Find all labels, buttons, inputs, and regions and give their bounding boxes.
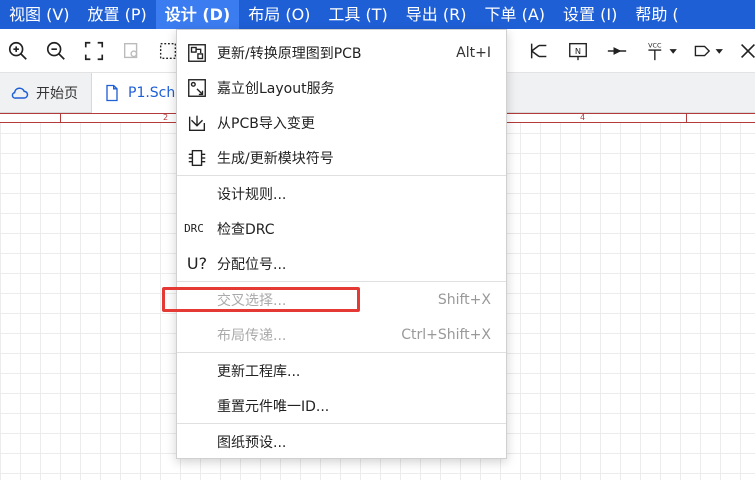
menu-help[interactable]: 帮助 ( [626, 0, 687, 29]
zoom-in-icon[interactable] [6, 39, 30, 63]
fit-view-icon[interactable] [82, 39, 106, 63]
net-flag-icon[interactable]: N [566, 39, 590, 63]
svg-text:N: N [575, 46, 581, 56]
menu-export[interactable]: 导出 (R) [397, 0, 476, 29]
ruler-label: 2 [163, 113, 169, 122]
menu-design[interactable]: 设计 (D) [155, 0, 240, 29]
menu-item-layout-service[interactable]: 嘉立创Layout服务 [177, 70, 506, 105]
annotate-icon: U? [186, 254, 208, 273]
menu-item-layout-transfer[interactable]: 布局传递... Ctrl+Shift+X [177, 317, 506, 352]
menu-item-reset-unique-id[interactable]: 重置元件唯一ID... [177, 388, 506, 423]
bus-entry-icon[interactable] [527, 39, 551, 63]
menu-item-update-project-library[interactable]: 更新工程库... [177, 353, 506, 388]
ruler-tick [686, 114, 687, 123]
zoom-out-icon[interactable] [44, 39, 68, 63]
menu-item-annotate[interactable]: U? 分配位号... [177, 246, 506, 281]
menu-item-shortcut: Ctrl+Shift+X [401, 326, 491, 343]
svg-text:VCC: VCC [648, 41, 662, 49]
menu-layout[interactable]: 布局 (O) [239, 0, 319, 29]
menu-item-label: 更新/转换原理图到PCB [217, 45, 362, 62]
menu-item-design-rules[interactable]: 设计规则... [177, 176, 506, 211]
cloud-icon [10, 83, 30, 103]
menu-item-label: 分配位号... [217, 256, 287, 273]
menu-item-shortcut: Alt+I [456, 44, 491, 61]
menu-order[interactable]: 下单 (A) [475, 0, 554, 29]
net-port-icon[interactable] [605, 39, 629, 63]
menu-item-label: 图纸预设... [217, 434, 287, 451]
menu-item-label: 布局传递... [217, 327, 287, 344]
vcc-icon[interactable]: VCC [644, 39, 684, 63]
menu-item-label: 生成/更新模块符号 [217, 150, 334, 167]
menubar: 视图 (V) 放置 (P) 设计 (D) 布局 (O) 工具 (T) 导出 (R… [0, 0, 755, 29]
menu-item-label: 检查DRC [217, 221, 275, 238]
menu-item-check-drc[interactable]: DRC 检查DRC [177, 211, 506, 246]
menu-item-label: 更新工程库... [217, 363, 301, 380]
menu-tools[interactable]: 工具 (T) [319, 0, 396, 29]
close-icon[interactable] [736, 39, 755, 63]
tab-label: 开始页 [36, 86, 78, 102]
zoom-selection-icon[interactable] [120, 39, 144, 63]
menu-item-import-from-pcb[interactable]: 从PCB导入变更 [177, 105, 506, 140]
menu-item-label: 从PCB导入变更 [217, 115, 315, 132]
menu-item-label: 设计规则... [217, 186, 287, 203]
ruler-tick [60, 114, 61, 123]
menu-item-shortcut: Shift+X [437, 291, 491, 308]
menu-item-label: 嘉立创Layout服务 [217, 80, 335, 97]
layout-service-icon [185, 76, 209, 100]
module-symbol-icon [185, 146, 209, 170]
tab-label: P1.Sch [128, 85, 176, 101]
tab-start-page[interactable]: 开始页 [0, 73, 92, 113]
design-menu-dropdown: 更新/转换原理图到PCB Alt+I 嘉立创Layout服务 从PCB导入变更 … [176, 29, 507, 459]
net-label-icon[interactable] [692, 39, 730, 63]
menu-item-sheet-presets[interactable]: 图纸预设... [177, 424, 506, 459]
document-icon [102, 83, 122, 103]
menu-item-update-to-pcb[interactable]: 更新/转换原理图到PCB Alt+I [177, 35, 506, 70]
drc-icon: DRC [184, 222, 204, 235]
update-pcb-icon [185, 41, 209, 65]
menu-place[interactable]: 放置 (P) [79, 0, 156, 29]
ruler-label: 4 [580, 113, 586, 122]
menu-item-label: 重置元件唯一ID... [217, 398, 330, 415]
highlight-box [162, 287, 360, 312]
menu-view[interactable]: 视图 (V) [0, 0, 79, 29]
menu-item-module-symbol[interactable]: 生成/更新模块符号 [177, 140, 506, 175]
import-changes-icon [185, 111, 209, 135]
menu-settings[interactable]: 设置 (I) [554, 0, 626, 29]
